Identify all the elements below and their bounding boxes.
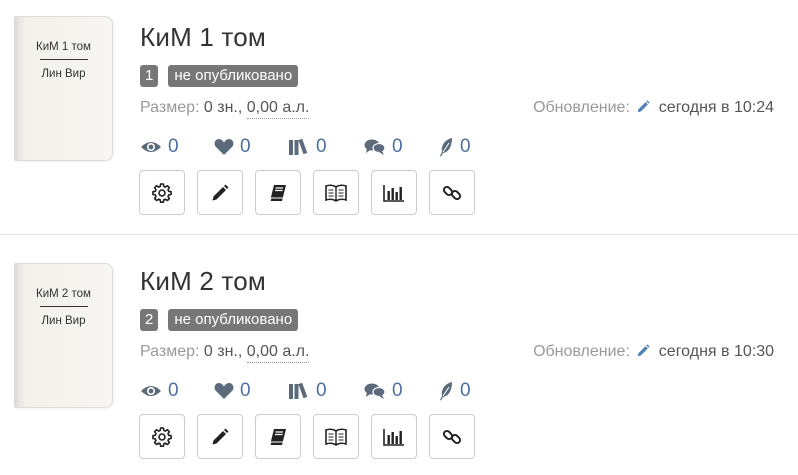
stat-comments: 0 bbox=[364, 380, 416, 402]
updated-value: сегодня в 10:24 bbox=[658, 99, 774, 116]
size-chars: 0 зн., bbox=[203, 343, 243, 360]
bar-chart-icon bbox=[383, 184, 404, 202]
library-icon bbox=[289, 382, 308, 399]
book-entry: КиМ 1 том Лин Вир КиМ 1 том 1 не опублик… bbox=[0, 0, 798, 235]
heart-icon bbox=[214, 139, 234, 155]
size-chars: 0 зн., bbox=[203, 99, 243, 116]
settings-button[interactable] bbox=[139, 170, 185, 215]
stat-likes: 0 bbox=[214, 136, 266, 158]
stat-reviews: 0 bbox=[438, 136, 471, 158]
link-icon bbox=[442, 429, 462, 444]
cover-title: КиМ 1 том bbox=[36, 41, 91, 53]
stats-row: 0 0 0 0 0 bbox=[140, 135, 491, 159]
settings-button[interactable] bbox=[139, 414, 185, 459]
cover-divider bbox=[39, 306, 88, 307]
updated-info: Обновление: сегодня в 10:24 bbox=[533, 99, 774, 117]
comments-count: 0 bbox=[392, 380, 403, 401]
book-entry: КиМ 2 том Лин Вир КиМ 2 том 2 не опублик… bbox=[0, 246, 798, 475]
views-count: 0 bbox=[168, 136, 179, 157]
gear-icon bbox=[152, 182, 172, 203]
book-cover[interactable]: КиМ 2 том Лин Вир bbox=[14, 263, 113, 408]
book-button[interactable] bbox=[255, 170, 301, 215]
book-button[interactable] bbox=[255, 414, 301, 459]
updated-info: Обновление: сегодня в 10:30 bbox=[533, 343, 774, 361]
feather-icon bbox=[440, 382, 452, 401]
pencil-icon bbox=[638, 100, 650, 113]
book-icon bbox=[269, 184, 286, 201]
reviews-count: 0 bbox=[460, 380, 471, 401]
link-icon bbox=[442, 185, 462, 200]
size-author-sheets: 0,00 а.л. bbox=[246, 343, 310, 363]
libraries-count: 0 bbox=[316, 136, 327, 157]
open-book-icon bbox=[325, 184, 347, 202]
gear-icon bbox=[152, 426, 172, 447]
updated-label: Обновление: bbox=[533, 343, 630, 360]
link-button[interactable] bbox=[429, 414, 475, 459]
book-title[interactable]: КиМ 1 том bbox=[140, 22, 266, 53]
cover-author: Лин Вир bbox=[41, 315, 86, 327]
likes-count: 0 bbox=[240, 136, 251, 157]
badge-row: 2 не опубликовано bbox=[140, 309, 299, 331]
eye-icon bbox=[141, 142, 161, 152]
book-meta: Размер: 0 зн., 0,00 а.л. Обновление: сег… bbox=[140, 343, 774, 363]
stats-row: 0 0 0 0 0 bbox=[140, 379, 491, 403]
book-meta: Размер: 0 зн., 0,00 а.л. Обновление: сег… bbox=[140, 99, 774, 119]
comments-count: 0 bbox=[392, 136, 403, 157]
views-count: 0 bbox=[168, 380, 179, 401]
updated-value: сегодня в 10:30 bbox=[658, 343, 774, 360]
eye-icon bbox=[141, 386, 161, 396]
likes-count: 0 bbox=[240, 380, 251, 401]
stat-libraries: 0 bbox=[288, 380, 340, 402]
cover-author: Лин Вир bbox=[41, 68, 86, 80]
library-icon bbox=[289, 138, 308, 155]
pencil-icon bbox=[212, 184, 229, 200]
book-number-badge: 2 bbox=[140, 309, 159, 331]
stat-views: 0 bbox=[140, 136, 192, 158]
reviews-count: 0 bbox=[460, 136, 471, 157]
edit-button[interactable] bbox=[197, 414, 243, 459]
read-button[interactable] bbox=[313, 170, 359, 215]
stat-views: 0 bbox=[140, 380, 192, 402]
updated-label: Обновление: bbox=[533, 99, 630, 116]
stat-libraries: 0 bbox=[288, 136, 340, 158]
book-icon bbox=[269, 428, 286, 445]
edit-button[interactable] bbox=[197, 170, 243, 215]
action-buttons bbox=[139, 414, 487, 460]
stat-comments: 0 bbox=[364, 136, 416, 158]
book-cover[interactable]: КиМ 1 том Лин Вир bbox=[14, 16, 113, 161]
stat-reviews: 0 bbox=[438, 380, 471, 402]
size-label: Размер: bbox=[140, 343, 200, 360]
comments-icon bbox=[364, 383, 386, 399]
libraries-count: 0 bbox=[316, 380, 327, 401]
statistics-button[interactable] bbox=[371, 170, 417, 215]
cover-title: КиМ 2 том bbox=[36, 288, 91, 300]
stat-likes: 0 bbox=[214, 380, 266, 402]
heart-icon bbox=[214, 383, 234, 399]
pencil-icon bbox=[638, 344, 650, 357]
size-author-sheets: 0,00 а.л. bbox=[246, 99, 310, 119]
pencil-icon bbox=[212, 428, 229, 444]
bar-chart-icon bbox=[383, 428, 404, 446]
status-badge: не опубликовано bbox=[168, 309, 299, 331]
status-badge: не опубликовано bbox=[168, 65, 299, 87]
statistics-button[interactable] bbox=[371, 414, 417, 459]
feather-icon bbox=[440, 138, 452, 157]
book-number-badge: 1 bbox=[140, 65, 159, 87]
action-buttons bbox=[139, 170, 487, 216]
badge-row: 1 не опубликовано bbox=[140, 65, 299, 87]
link-button[interactable] bbox=[429, 170, 475, 215]
size-label: Размер: bbox=[140, 99, 200, 116]
book-title[interactable]: КиМ 2 том bbox=[140, 266, 266, 297]
comments-icon bbox=[364, 139, 386, 155]
cover-divider bbox=[39, 59, 88, 60]
read-button[interactable] bbox=[313, 414, 359, 459]
open-book-icon bbox=[325, 428, 347, 446]
